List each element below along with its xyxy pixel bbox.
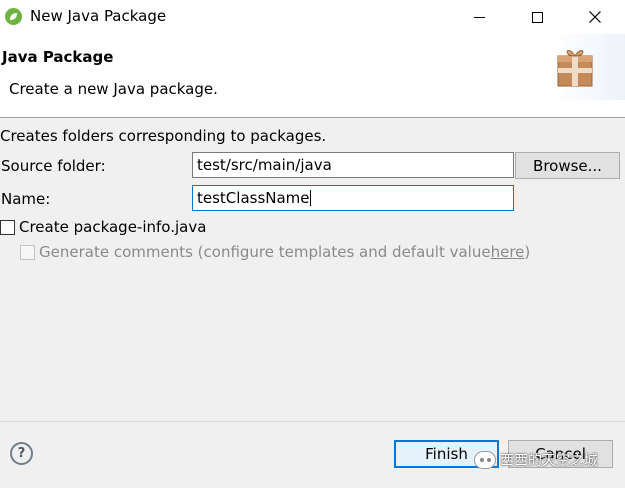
maximize-icon (531, 11, 543, 23)
name-field[interactable]: testClassName (192, 185, 514, 211)
source-folder-field[interactable]: test/src/main/java (192, 152, 514, 178)
generate-comments-label: Generate comments (configure templates a… (39, 243, 491, 261)
source-folder-value: test/src/main/java (197, 156, 332, 174)
spring-leaf-icon (5, 8, 22, 25)
minimize-icon (473, 16, 485, 18)
window-title: New Java Package (30, 7, 167, 25)
text-caret (309, 190, 311, 206)
footer-divider (0, 421, 625, 422)
info-text: Creates folders corresponding to package… (0, 127, 327, 145)
generate-comments-option: Generate comments (configure templates a… (20, 242, 530, 262)
generate-comments-suffix: ) (524, 243, 531, 261)
name-value: testClassName (197, 189, 310, 207)
browse-label: Browse... (533, 156, 602, 175)
wechat-icon (474, 451, 496, 469)
name-label: Name: (1, 190, 51, 208)
page-title: Java Package (2, 48, 114, 66)
browse-button[interactable]: Browse... (515, 152, 620, 179)
help-icon: ? (17, 446, 26, 461)
help-button[interactable]: ? (10, 442, 33, 465)
header-banner: Java Package Create a new Java package. (0, 34, 625, 118)
package-icon (557, 50, 593, 87)
watermark: 西西的天空之城 (474, 450, 598, 470)
create-package-info-label: Create package-info.java (19, 218, 207, 236)
title-bar: New Java Package (0, 0, 625, 34)
close-icon (589, 11, 601, 23)
create-package-info-option[interactable]: Create package-info.java (0, 217, 206, 237)
source-folder-label: Source folder: (1, 157, 106, 175)
finish-label: Finish (425, 445, 468, 463)
page-description: Create a new Java package. (9, 80, 218, 98)
close-button[interactable] (572, 0, 618, 34)
watermark-text: 西西的天空之城 (500, 453, 598, 469)
minimize-button[interactable] (456, 0, 502, 34)
maximize-button[interactable] (514, 0, 560, 34)
generate-comments-checkbox (20, 244, 35, 260)
templates-link[interactable]: here (491, 243, 525, 261)
create-package-info-checkbox[interactable] (0, 219, 15, 235)
